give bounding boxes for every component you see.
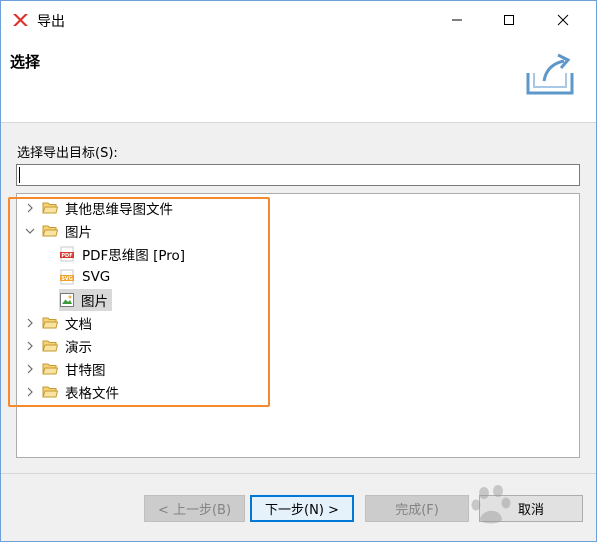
next-button[interactable]: 下一步(N) > [250, 495, 354, 522]
text-caret [19, 167, 20, 183]
tree-item-other-mindmap[interactable]: 其他思维导图文件 [23, 197, 177, 219]
wizard-header: 选择 [1, 39, 596, 123]
window-title: 导出 [37, 14, 65, 30]
target-label: 选择导出目标(S): [17, 146, 118, 161]
export-target-tree[interactable]: 其他思维导图文件 图片 PDF PDF思维图 [Pro] SVG SVG 图片 … [16, 193, 580, 458]
tree-item-spreadsheet[interactable]: 表格文件 [23, 381, 123, 403]
maximize-icon [504, 15, 514, 25]
close-icon [557, 14, 569, 26]
export-icon [524, 51, 576, 97]
page-title: 选择 [10, 53, 41, 71]
folder-icon [42, 338, 58, 354]
footer-divider [1, 473, 596, 474]
tree-item-label: 演示 [65, 340, 92, 356]
tree-item-label: 其他思维导图文件 [65, 202, 173, 218]
tree-item-label: PDF思维图 [Pro] [82, 248, 186, 264]
chevron-right-icon[interactable] [23, 335, 37, 357]
folder-icon [42, 384, 58, 400]
chevron-right-icon[interactable] [23, 381, 37, 403]
cancel-button[interactable]: 取消 [479, 495, 583, 522]
finish-button[interactable]: 完成(F) [365, 495, 469, 522]
pdf-icon: PDF [59, 246, 75, 262]
maximize-button[interactable] [486, 1, 532, 39]
tree-item-label: 图片 [65, 225, 92, 241]
minimize-button[interactable] [434, 1, 480, 39]
folder-icon [42, 315, 58, 331]
export-dialog: 导出 选择 选择导出目标(S): 其他思维导图文件 图片 PDF PDF思维图 … [0, 0, 597, 542]
tree-item-label: 文档 [65, 317, 92, 333]
chevron-right-icon[interactable] [23, 358, 37, 380]
tree-item-gantt[interactable]: 甘特图 [23, 358, 110, 380]
minimize-icon [452, 19, 462, 21]
folder-icon [42, 361, 58, 377]
chevron-right-icon[interactable] [23, 312, 37, 334]
tree-item-image-folder[interactable]: 图片 [23, 220, 96, 242]
tree-item-label: 图片 [81, 294, 108, 310]
tree-item-label: 甘特图 [65, 363, 106, 379]
chevron-right-icon[interactable] [23, 197, 37, 219]
tree-item-label: 表格文件 [65, 386, 119, 402]
image-icon [59, 292, 75, 308]
tree-item-label: SVG [82, 269, 111, 285]
svg-text:PDF: PDF [61, 253, 72, 259]
tree-item-document[interactable]: 文档 [23, 312, 96, 334]
back-button[interactable]: < 上一步(B) [144, 495, 245, 522]
tree-item-svg[interactable]: SVG SVG [59, 266, 114, 288]
tree-item-presentation[interactable]: 演示 [23, 335, 96, 357]
folder-icon [42, 200, 58, 216]
tree-item-pdf[interactable]: PDF PDF思维图 [Pro] [59, 243, 189, 265]
tree-item-image[interactable]: 图片 [59, 289, 112, 311]
chevron-down-icon[interactable] [23, 220, 37, 242]
target-filter-input[interactable] [16, 164, 580, 186]
svg-icon: SVG [59, 269, 75, 285]
xmind-logo-icon [11, 11, 29, 29]
svg-text:SVG: SVG [61, 276, 73, 282]
folder-open-icon [42, 223, 58, 239]
title-bar[interactable]: 导出 [1, 1, 596, 39]
close-button[interactable] [540, 1, 586, 39]
